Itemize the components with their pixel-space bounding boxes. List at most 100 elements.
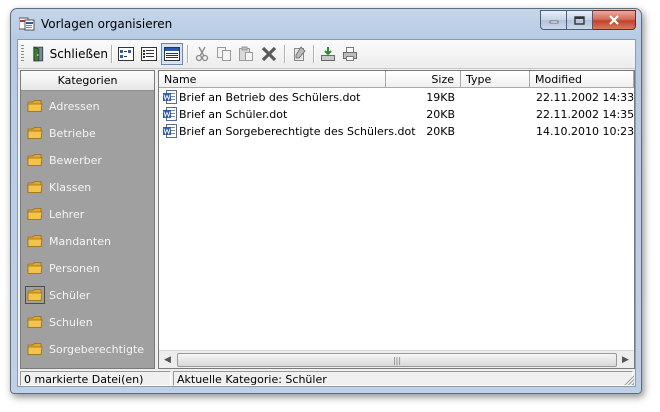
category-item[interactable]: Sorgeberechtigte <box>27 338 144 360</box>
paste-button[interactable] <box>236 43 256 65</box>
column-header-modified[interactable]: Modified <box>530 71 634 88</box>
file-cell-size: 20KB <box>426 108 455 121</box>
file-cell-size: 19KB <box>426 91 455 104</box>
close-button[interactable]: Schließen <box>30 43 108 65</box>
file-cell-modified: 22.11.2002 14:35 <box>536 108 635 121</box>
list-view-icon <box>118 47 134 61</box>
folder-icon <box>27 154 43 166</box>
category-item-label: Klassen <box>49 180 92 194</box>
details-view-icon <box>141 47 157 61</box>
toolbar-separator <box>284 45 286 63</box>
category-item-label: Personen <box>49 261 100 275</box>
folder-icon <box>27 208 43 220</box>
status-selected-count: 0 markierte Datei(en) <box>20 371 171 386</box>
folder-icon <box>27 316 43 328</box>
copy-button[interactable] <box>214 43 234 65</box>
delete-icon <box>261 46 277 62</box>
category-item-label: Lehrer <box>49 207 85 221</box>
cut-button[interactable] <box>192 43 212 65</box>
file-row[interactable]: Brief an Betrieb des Schülers.dot 19KB 22.… <box>159 89 634 106</box>
file-list-pane: Name Size Type Modified Brief an Betrieb… <box>158 70 635 369</box>
edit-button[interactable] <box>289 43 309 65</box>
minimize-icon <box>549 20 558 24</box>
scroll-left-arrow-icon[interactable]: ◀ <box>159 351 176 368</box>
file-cell-name: Brief an Sorgeberechtigte des Schülers.d… <box>179 125 416 138</box>
category-item[interactable]: Mandanten <box>27 230 111 252</box>
category-item[interactable]: Adressen <box>27 95 100 117</box>
category-item[interactable]: Betriebe <box>27 122 96 144</box>
minimize-button[interactable] <box>540 10 566 30</box>
word-document-icon <box>163 90 177 104</box>
toolbar-separator <box>187 45 189 63</box>
file-row[interactable]: Brief an Sorgeberechtigte des Schülers.d… <box>159 123 634 140</box>
window-title: Vorlagen organisieren <box>41 17 173 31</box>
category-item-label: Mandanten <box>49 234 111 248</box>
file-cell-size: 20KB <box>426 125 455 138</box>
word-document-icon <box>163 124 177 138</box>
print-button[interactable] <box>340 43 360 65</box>
category-item-label: Adressen <box>49 99 100 113</box>
category-item[interactable]: Klassen <box>27 176 91 198</box>
folder-icon <box>27 343 43 355</box>
close-window-button[interactable] <box>593 10 636 30</box>
copy-icon <box>217 47 231 61</box>
report-view-button[interactable] <box>161 43 183 65</box>
title-bar[interactable]: Vorlagen organisieren <box>11 9 641 39</box>
status-current-category: Aktuelle Kategorie: Schüler <box>173 371 633 386</box>
category-item-label: Bewerber <box>49 153 102 167</box>
category-pane: Kategorien Adressen Betriebe Bewerber Klass… <box>20 70 155 369</box>
column-header-name[interactable]: Name <box>159 71 386 88</box>
toolbar: Schließen <box>18 40 635 69</box>
file-cell-modified: 14.10.2010 10:23 <box>536 125 635 138</box>
category-item-label: Sorgeberechtigte <box>49 342 145 356</box>
category-item[interactable]: Bewerber <box>27 149 102 171</box>
category-item-label: Schulen <box>49 315 93 329</box>
folder-icon <box>27 100 43 112</box>
list-view-button[interactable] <box>116 43 136 65</box>
delete-button[interactable] <box>258 43 280 65</box>
word-document-icon <box>163 107 177 121</box>
column-header-size[interactable]: Size <box>386 71 461 88</box>
import-button[interactable] <box>318 43 338 65</box>
category-item-label: Schüler <box>49 288 91 302</box>
folder-icon <box>27 262 43 274</box>
category-item[interactable]: Schüler <box>25 284 91 306</box>
category-item[interactable]: Personen <box>27 257 100 279</box>
caption-buttons <box>540 10 636 30</box>
maximize-icon <box>574 15 585 25</box>
paste-icon <box>239 46 253 61</box>
toolbar-grip[interactable] <box>21 45 24 63</box>
main-window: Vorlagen organisieren Schließen Kategori… <box>10 8 642 394</box>
category-item[interactable]: Lehrer <box>27 203 84 225</box>
horizontal-scrollbar[interactable]: ◀ ||| ▶ <box>159 350 634 368</box>
folder-icon <box>27 181 43 193</box>
status-bar: 0 markierte Datei(en) Aktuelle Kategorie… <box>18 371 635 386</box>
close-button-label: Schließen <box>49 47 108 61</box>
maximize-button[interactable] <box>566 10 593 30</box>
client-area: Schließen Kategorien Adressen Betriebe B… <box>17 39 636 387</box>
file-cell-name: Brief an Schüler.dot <box>179 108 288 121</box>
edit-icon <box>294 46 306 61</box>
exit-door-icon <box>33 46 44 62</box>
column-header-type[interactable]: Type <box>461 71 530 88</box>
file-cell-name: Brief an Betrieb des Schülers.dot <box>179 91 361 104</box>
scrollbar-thumb[interactable]: ||| <box>177 353 617 367</box>
import-icon <box>321 47 335 61</box>
file-cell-modified: 22.11.2002 14:33 <box>536 91 635 104</box>
folder-icon <box>25 286 45 304</box>
file-row[interactable]: Brief an Schüler.dot 20KB 22.11.2002 14:35 <box>159 106 634 123</box>
details-view-button[interactable] <box>139 43 159 65</box>
toolbar-separator <box>313 45 315 63</box>
scroll-right-arrow-icon[interactable]: ▶ <box>617 351 634 368</box>
category-item-label: Betriebe <box>49 126 96 140</box>
folder-icon <box>27 235 43 247</box>
close-x-icon <box>609 15 619 25</box>
report-view-icon <box>164 47 180 61</box>
cut-icon <box>195 46 209 62</box>
category-header[interactable]: Kategorien <box>21 71 154 91</box>
print-icon <box>343 47 357 61</box>
resize-grip[interactable] <box>623 374 634 385</box>
category-item[interactable]: Schulen <box>27 311 93 333</box>
app-icon <box>19 17 35 31</box>
folder-icon <box>27 127 43 139</box>
